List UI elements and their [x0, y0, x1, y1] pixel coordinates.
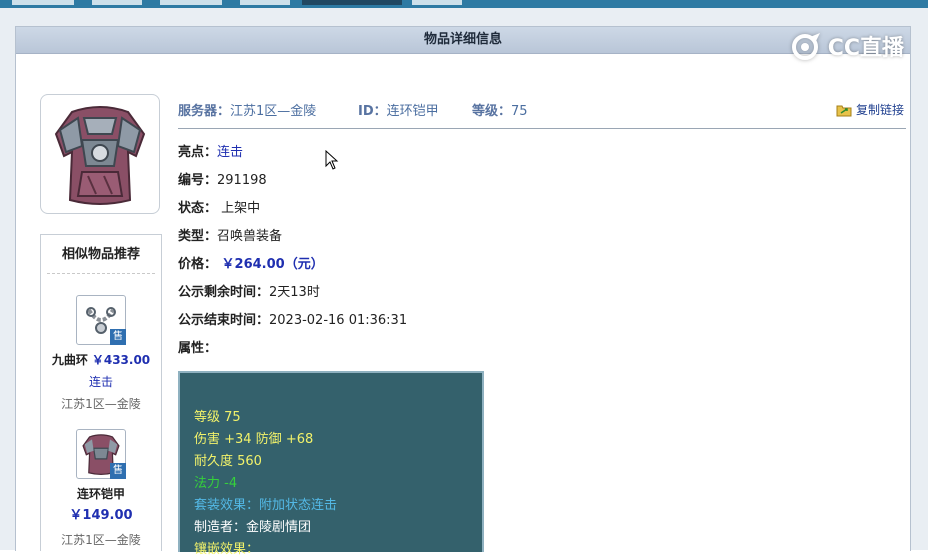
- similar-item[interactable]: 售 九曲环 ￥433.00 连击 江苏1区—金陵: [41, 295, 161, 412]
- attribute-line: 耐久度 560: [194, 454, 262, 469]
- nav-tab[interactable]: [160, 0, 222, 5]
- detail-remaining-time: 公示剩余时间：2天13时: [178, 281, 320, 300]
- similar-item-name[interactable]: 九曲环: [52, 353, 88, 367]
- detail-type: 类型：召唤兽装备: [178, 225, 282, 244]
- similar-item-server: 江苏1区—金陵: [61, 533, 141, 547]
- nav-tab[interactable]: [240, 0, 290, 5]
- detail-value: 2天13时: [269, 285, 320, 300]
- level-field: 等级：75: [472, 100, 528, 119]
- similar-items-title: 相似物品推荐: [47, 235, 155, 274]
- similar-item-thumbnail[interactable]: 售: [76, 429, 126, 479]
- detail-key: 公示剩余时间：: [178, 285, 270, 300]
- level-label: 等级：: [472, 104, 512, 119]
- nav-tab[interactable]: [92, 0, 142, 5]
- similar-item-highlight: 连击: [88, 375, 113, 389]
- detail-key: 类型：: [178, 229, 218, 244]
- sale-badge: 售: [110, 463, 126, 479]
- detail-key: 价格：: [178, 257, 218, 272]
- detail-highlight: 亮点：连击: [178, 141, 243, 160]
- detail-status: 状态： 上架中: [178, 197, 260, 216]
- nav-tab-active[interactable]: [302, 0, 402, 5]
- sale-badge: 售: [110, 329, 126, 345]
- top-nav-bar: [0, 0, 928, 8]
- detail-key: 公示结束时间：: [178, 313, 270, 328]
- similar-item-server: 江苏1区—金陵: [61, 397, 141, 411]
- similar-item-price: ￥149.00: [69, 508, 133, 523]
- attributes-box: 等级 75 伤害 +34 防御 +68 耐久度 560 法力 -4 套装效果：附…: [178, 371, 484, 557]
- nav-tab[interactable]: [412, 0, 462, 5]
- detail-value: 连击: [217, 145, 244, 160]
- similar-item-thumbnail[interactable]: 售: [76, 295, 126, 345]
- nav-tab[interactable]: [12, 0, 74, 5]
- copy-link-button[interactable]: 复制链接: [836, 101, 904, 118]
- id-label: ID：: [358, 104, 387, 119]
- armor-icon: [54, 106, 146, 205]
- item-info-bar: 服务器：江苏1区—金陵 ID：连环铠甲 等级：75 复制链接: [178, 96, 906, 129]
- similar-item[interactable]: 售 连环铠甲 ￥149.00 江苏1区—金陵: [41, 429, 161, 548]
- level-value: 75: [511, 104, 528, 119]
- panel-title: 物品详细信息: [16, 27, 910, 54]
- detail-key: 编号：: [178, 173, 218, 188]
- detail-value: 召唤兽装备: [217, 229, 283, 244]
- attribute-line: 伤害 +34 防御 +68: [194, 432, 314, 447]
- detail-end-time: 公示结束时间：2023-02-16 01:36:31: [178, 309, 407, 328]
- watermark-logo: CC直播: [790, 30, 904, 62]
- detail-value: 2023-02-16 01:36:31: [269, 313, 408, 328]
- server-field: 服务器：江苏1区—金陵: [178, 100, 316, 119]
- detail-key: 亮点：: [178, 145, 218, 160]
- detail-value: 上架中: [217, 201, 261, 216]
- detail-attributes-label: 属性：: [178, 337, 217, 356]
- detail-price: 价格： ￥264.00（元）: [178, 253, 324, 272]
- detail-key: 状态：: [178, 201, 218, 216]
- attribute-line: 制造者：金陵剧情团: [194, 520, 312, 535]
- id-value: 连环铠甲: [386, 104, 439, 119]
- similar-item-price: ￥433.00: [91, 353, 151, 367]
- cc-logo-icon: [791, 33, 820, 60]
- copy-link-label[interactable]: 复制链接: [856, 101, 904, 118]
- detail-key: 属性：: [178, 341, 218, 356]
- similar-item-name[interactable]: 连环铠甲: [77, 487, 125, 501]
- detail-value: 291198: [217, 173, 267, 188]
- watermark-text: CC直播: [827, 36, 904, 61]
- mouse-cursor-icon: [325, 150, 339, 170]
- attribute-line: 套装效果：附加状态连击: [194, 498, 338, 513]
- id-field: ID：连环铠甲: [358, 100, 439, 119]
- attribute-line: 镶嵌效果：: [194, 542, 260, 557]
- server-value: 江苏1区—金陵: [230, 104, 317, 119]
- attribute-line: 等级 75: [194, 410, 241, 425]
- detail-value: ￥264.00（元）: [217, 257, 324, 272]
- folder-link-icon: [836, 105, 852, 116]
- similar-items-panel: 相似物品推荐 售 九曲环 ￥433.00 连击 江苏1区—金陵 售 连环铠甲 ￥…: [40, 234, 162, 551]
- item-image: [40, 94, 160, 214]
- detail-number: 编号：291198: [178, 169, 267, 188]
- attribute-line: 法力 -4: [194, 476, 238, 491]
- server-label: 服务器：: [178, 104, 231, 119]
